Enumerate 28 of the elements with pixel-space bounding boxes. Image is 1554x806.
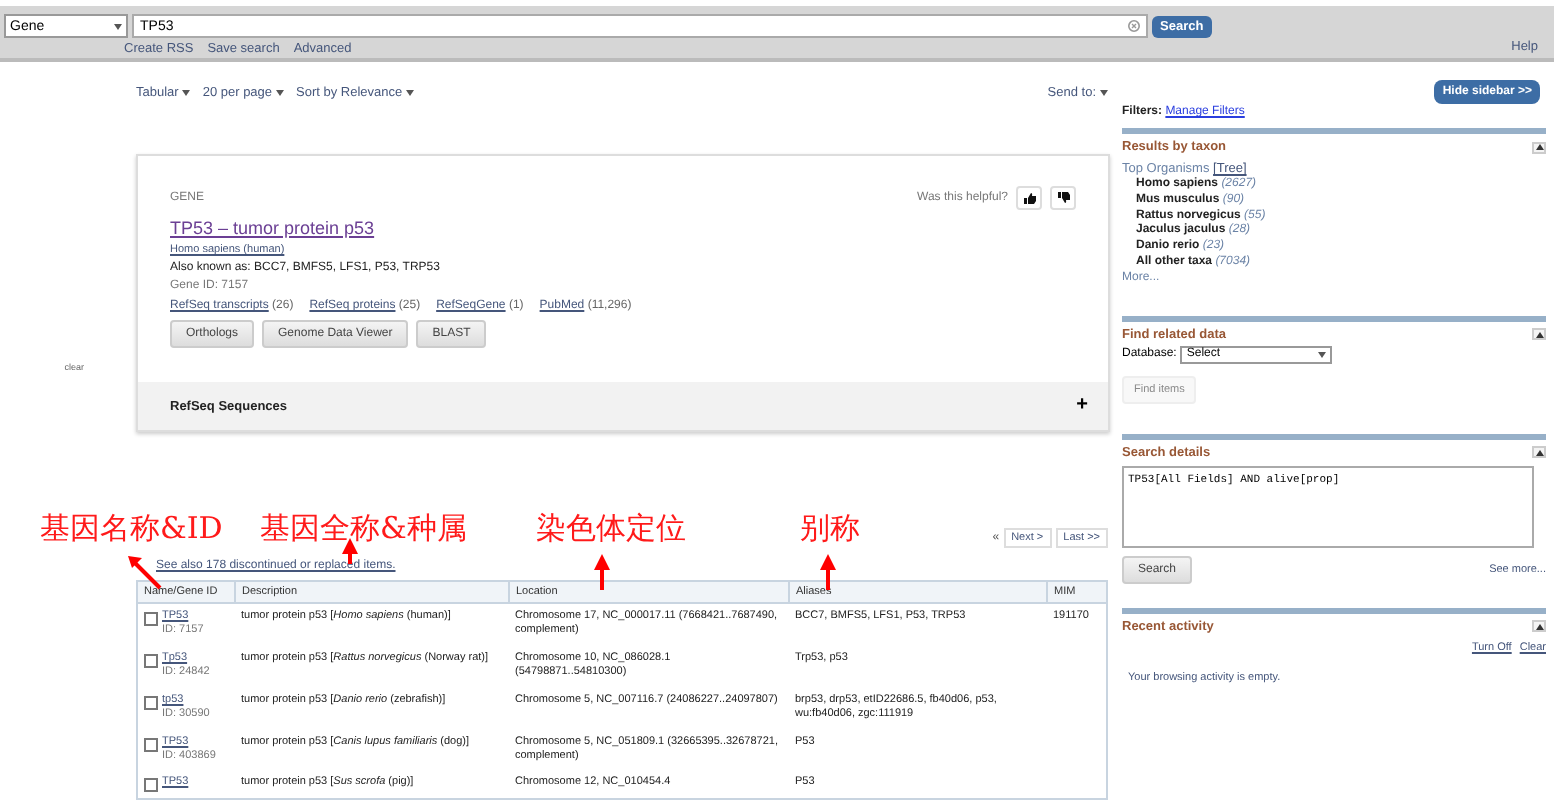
row-checkbox[interactable]: [144, 695, 158, 710]
caret-icon: [182, 90, 191, 96]
annotation-label: 染色体定位: [536, 510, 686, 548]
thumbs-down-icon: [1057, 192, 1069, 204]
caret-icon: [1318, 351, 1327, 358]
row-checkbox[interactable]: [144, 612, 158, 626]
caret-icon: [276, 90, 285, 96]
row-checkbox[interactable]: [144, 737, 158, 752]
arrow: [594, 554, 610, 590]
caret-icon: [406, 90, 415, 96]
expand-button[interactable]: +: [1076, 396, 1088, 416]
gene-title-link[interactable]: TP53 – tumor protein p53: [170, 218, 1076, 238]
collapse-button[interactable]: [1532, 446, 1546, 459]
collapse-button[interactable]: [1532, 141, 1546, 153]
collapse-button[interactable]: [1532, 620, 1546, 633]
thumbs-down-button[interactable]: [1050, 186, 1076, 210]
row-checkbox[interactable]: [144, 653, 158, 668]
caret-icon: [1100, 90, 1108, 96]
row-checkbox[interactable]: [144, 778, 158, 793]
annotation-label: 别称: [800, 510, 860, 548]
clear-icon[interactable]: [1128, 20, 1140, 32]
annotation-label: 基因名称&ID: [40, 510, 223, 548]
thumbs-up-icon: [1023, 192, 1035, 204]
caret-icon: [114, 23, 122, 29]
collapse-button[interactable]: [1532, 328, 1546, 341]
annotation-label: 基因全称&种属: [260, 510, 467, 548]
arrow: [820, 554, 836, 590]
thumbs-up-button[interactable]: [1016, 186, 1042, 210]
